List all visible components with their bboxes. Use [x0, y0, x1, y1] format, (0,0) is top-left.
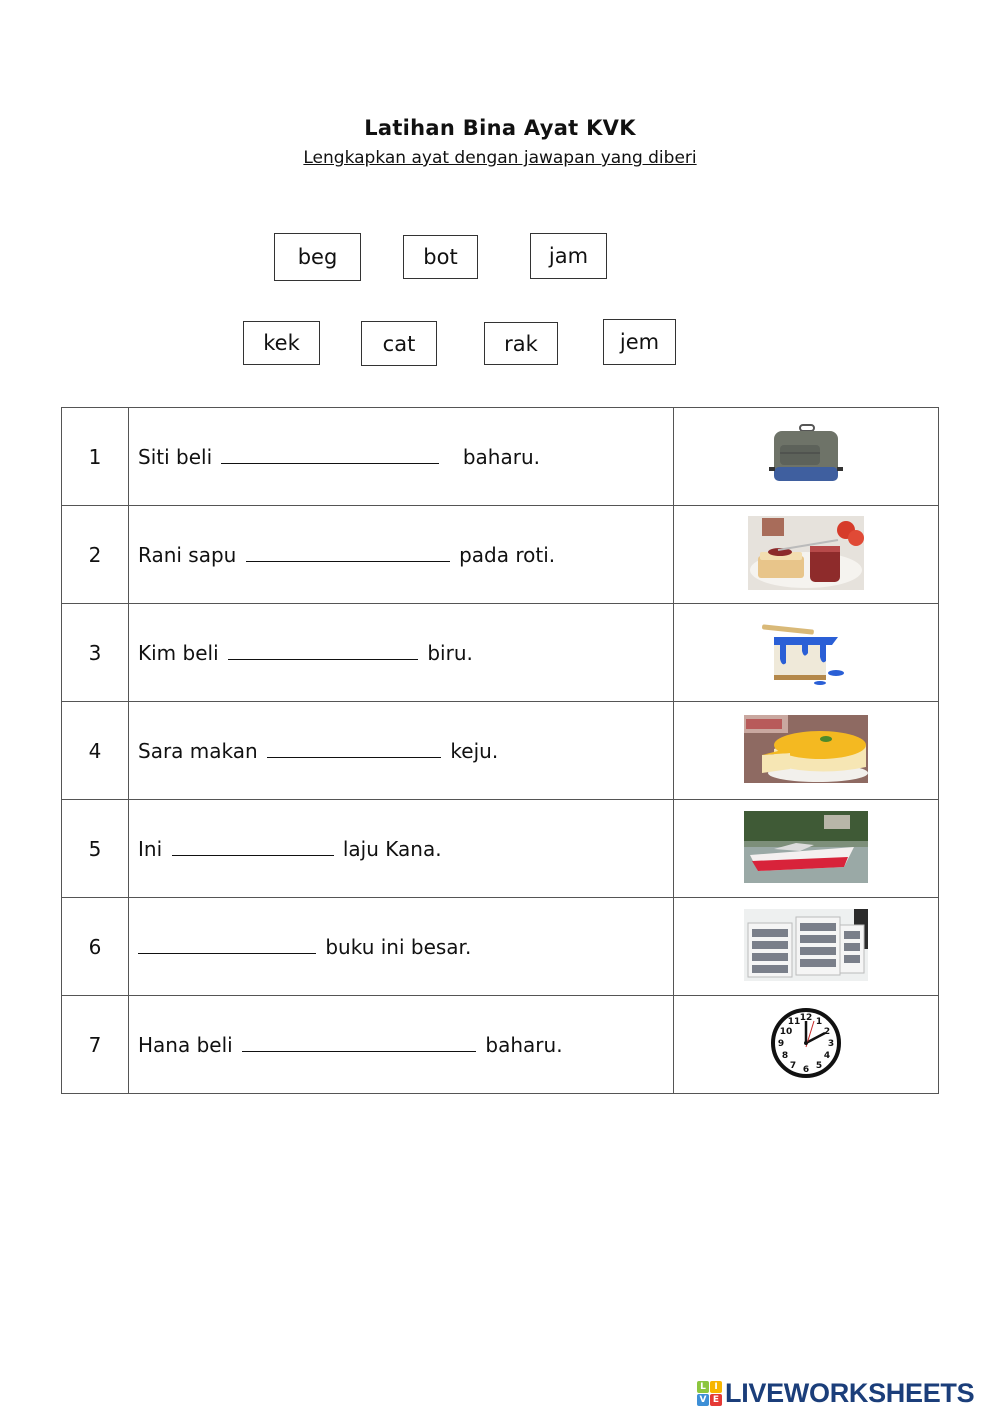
word-card-rak[interactable]: rak [484, 322, 558, 365]
speedboat-image [744, 810, 868, 887]
svg-text:5: 5 [816, 1061, 822, 1071]
table-row: 3 Kim beli biru. [61, 603, 939, 702]
row-number: 4 [61, 701, 129, 800]
sentence-after: pada roti. [459, 542, 556, 567]
liveworksheets-logo[interactable]: L I V E LIVEWORKSHEETS [697, 1378, 975, 1409]
sentence-after: buku ini besar. [325, 934, 472, 959]
sentence-after: laju Kana. [342, 836, 442, 861]
row-number: 7 [61, 995, 129, 1094]
picture-cell [673, 799, 939, 898]
worksheet-instruction: Lengkapkan ayat dengan jawapan yang dibe… [303, 148, 697, 168]
table-row: 4 Sara makan keju. [61, 701, 939, 800]
answer-blank[interactable] [221, 445, 444, 470]
logo-letter: V [697, 1394, 709, 1406]
picture-cell [673, 897, 939, 996]
answer-blank[interactable] [242, 1033, 481, 1058]
sentence-after: baharu. [485, 1032, 563, 1057]
logo-letter: E [710, 1394, 722, 1406]
exercise-table: 1 Siti beli baharu. 2 Rani sapu pada rot… [61, 407, 939, 1094]
row-number: 5 [61, 799, 129, 898]
sentence-after: biru. [427, 640, 473, 665]
logo-text: LIVEWORKSHEETS [725, 1378, 975, 1408]
answer-blank[interactable] [245, 543, 454, 568]
logo-letter: I [710, 1381, 722, 1393]
picture-cell [673, 603, 939, 702]
sentence-cell: Sara makan keju. [128, 701, 674, 800]
svg-text:6: 6 [803, 1065, 809, 1075]
jam-on-bread-image [748, 515, 864, 594]
sentence-before: Sara makan [138, 738, 258, 763]
picture-cell [673, 701, 939, 800]
table-row: 5 Ini laju Kana. [61, 799, 939, 898]
sentence-before: Ini [138, 836, 163, 861]
picture-cell: 12 1 2 345 678 9 10 11 [673, 995, 939, 1094]
answer-input-3[interactable] [227, 642, 422, 666]
table-row: 2 Rani sapu pada roti. [61, 505, 939, 604]
answer-blank[interactable] [267, 739, 446, 764]
word-card-kek[interactable]: kek [243, 321, 320, 365]
svg-text:7: 7 [790, 1061, 796, 1071]
svg-text:9: 9 [778, 1039, 784, 1049]
svg-text:10: 10 [780, 1027, 793, 1037]
word-card-cat[interactable]: cat [361, 321, 437, 366]
worksheet-title: Latihan Bina Ayat KVK [364, 116, 636, 140]
backpack-image [766, 423, 846, 491]
svg-text:8: 8 [782, 1051, 788, 1061]
word-card-jam[interactable]: jam [530, 233, 607, 279]
table-row: 1 Siti beli baharu. [61, 407, 939, 506]
sentence-before: Kim beli [138, 640, 219, 665]
answer-input-4[interactable] [267, 740, 446, 764]
row-number: 2 [61, 505, 129, 604]
row-number: 3 [61, 603, 129, 702]
svg-text:3: 3 [828, 1039, 834, 1049]
answer-blank[interactable] [171, 837, 338, 862]
wall-clock-image: 12 1 2 345 678 9 10 11 [770, 1007, 842, 1083]
svg-text:4: 4 [824, 1051, 830, 1061]
blue-paint-can-image [758, 617, 854, 689]
word-card-beg[interactable]: beg [274, 233, 361, 281]
bookshelf-image [744, 908, 868, 985]
answer-input-5[interactable] [171, 838, 338, 862]
sentence-cell: Ini laju Kana. [128, 799, 674, 898]
picture-cell [673, 505, 939, 604]
table-row: 6 buku ini besar. [61, 897, 939, 996]
svg-text:1: 1 [816, 1017, 822, 1027]
cheesecake-image [744, 714, 868, 787]
picture-cell [673, 407, 939, 506]
answer-input-7[interactable] [242, 1034, 481, 1058]
svg-text:2: 2 [824, 1027, 830, 1037]
live-badge-icon: L I V E [697, 1381, 722, 1406]
sentence-cell: buku ini besar. [128, 897, 674, 996]
table-row: 7 Hana beli baharu. 12 1 2 345 678 9 10 11 [61, 995, 939, 1094]
sentence-before: Hana beli [138, 1032, 233, 1057]
logo-letter: L [697, 1381, 709, 1393]
sentence-cell: Rani sapu pada roti. [128, 505, 674, 604]
sentence-before: Siti beli [138, 444, 213, 469]
word-card-bot[interactable]: bot [403, 235, 478, 279]
answer-blank[interactable] [138, 935, 320, 960]
answer-input-2[interactable] [245, 544, 454, 568]
sentence-cell: Siti beli baharu. [128, 407, 674, 506]
sentence-after: keju. [450, 738, 499, 763]
sentence-cell: Hana beli baharu. [128, 995, 674, 1094]
row-number: 6 [61, 897, 129, 996]
answer-input-6[interactable] [138, 936, 320, 960]
sentence-before: Rani sapu [138, 542, 237, 567]
answer-input-1[interactable] [221, 446, 444, 470]
sentence-after: baharu. [462, 444, 540, 469]
answer-blank[interactable] [227, 641, 422, 666]
row-number: 1 [61, 407, 129, 506]
svg-text:11: 11 [788, 1017, 801, 1027]
word-card-jem[interactable]: jem [603, 319, 676, 365]
sentence-cell: Kim beli biru. [128, 603, 674, 702]
